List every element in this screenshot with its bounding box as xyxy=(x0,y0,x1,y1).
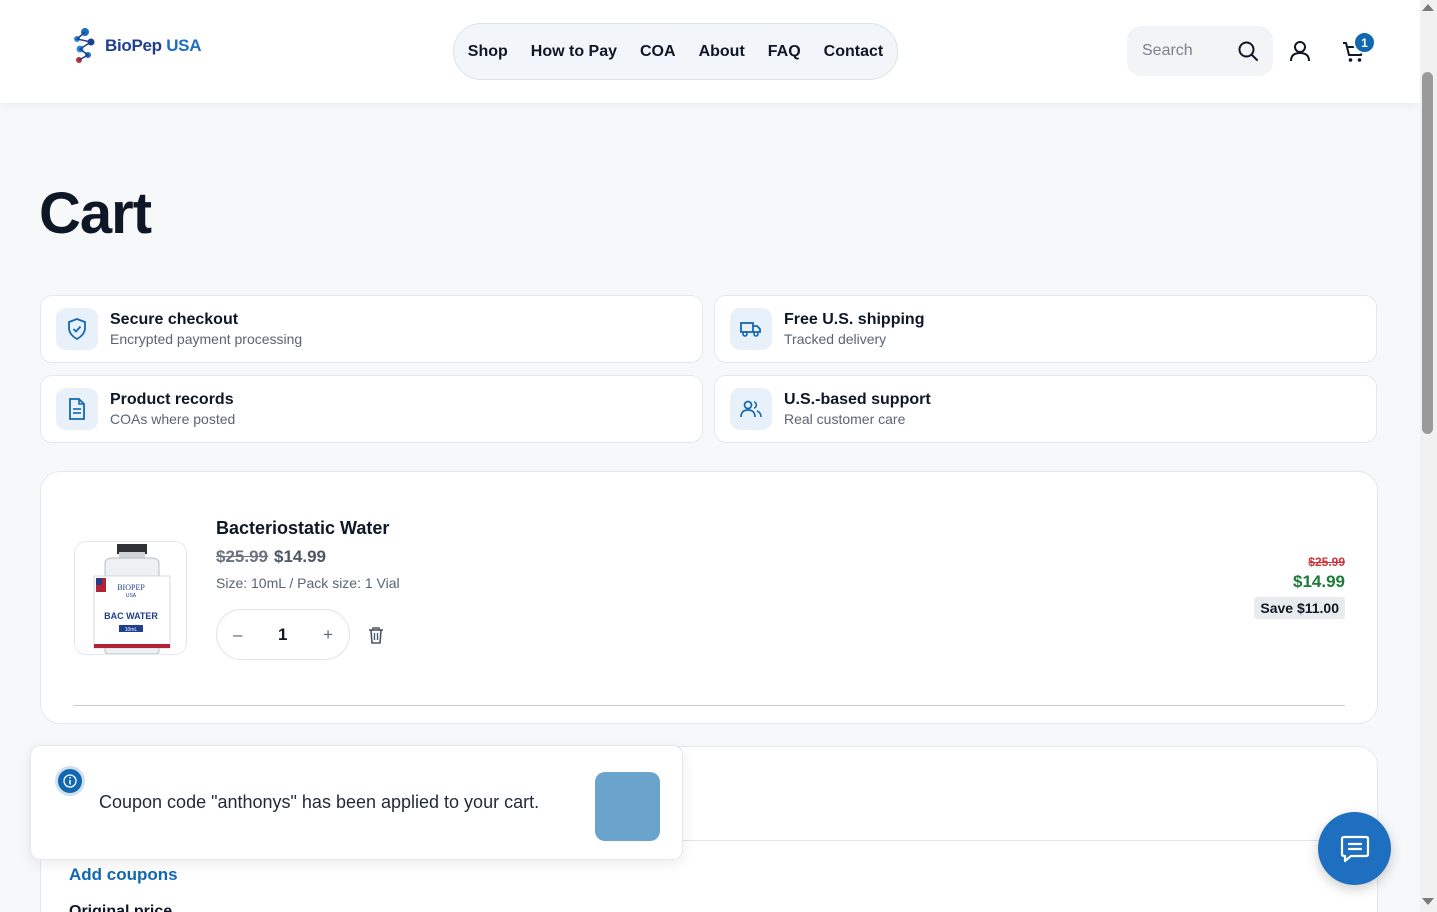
logo[interactable]: BioPep USA xyxy=(71,27,202,65)
feature-subtitle: COAs where posted xyxy=(110,411,236,427)
chat-button[interactable] xyxy=(1318,812,1391,885)
account-icon[interactable] xyxy=(1289,40,1311,62)
feature-title: Secure checkout xyxy=(110,311,239,328)
product-image-size: 10mL xyxy=(125,627,138,633)
page-title: Cart xyxy=(39,181,152,246)
product-prices: $25.99 $14.99 xyxy=(216,547,326,567)
product-image-brand: BIOPEP xyxy=(117,583,145,592)
site-header: BioPep USA Shop How to Pay COA About FAQ… xyxy=(0,0,1420,103)
nav-shop[interactable]: Shop xyxy=(468,43,508,61)
toast-message: Coupon code "anthonys" has been applied … xyxy=(99,792,540,812)
feature-product-records: Product records COAs where posted xyxy=(40,375,703,443)
product-image-name: BAC WATER xyxy=(104,611,158,621)
decrement-button[interactable]: – xyxy=(233,625,242,645)
main-nav: Shop How to Pay COA About FAQ Contact xyxy=(453,23,898,80)
nav-about[interactable]: About xyxy=(699,43,745,61)
search-box xyxy=(1127,26,1273,76)
feature-secure-checkout: Secure checkout Encrypted payment proces… xyxy=(40,295,703,363)
product-original-price: $25.99 xyxy=(216,547,268,566)
feature-title: Product records xyxy=(110,391,234,408)
product-sale-price: $14.99 xyxy=(274,547,326,566)
nav-faq[interactable]: FAQ xyxy=(768,43,801,61)
product-image[interactable]: BIOPEP USA BAC WATER 10mL xyxy=(74,541,187,655)
feature-title: U.S.-based support xyxy=(784,391,931,408)
line-original-price: $25.99 xyxy=(1308,555,1345,569)
cart-item-card: BIOPEP USA BAC WATER 10mL Bacteriostatic… xyxy=(40,471,1378,724)
toast-dismiss-button[interactable] xyxy=(595,772,660,841)
trash-icon[interactable] xyxy=(368,626,384,644)
divider xyxy=(73,705,1345,706)
feature-us-support: U.S.-based support Real customer care xyxy=(714,375,1377,443)
search-input[interactable] xyxy=(1142,42,1232,60)
feature-free-shipping: Free U.S. shipping Tracked delivery xyxy=(714,295,1377,363)
line-price: $25.99 $14.99 Save $11.00 xyxy=(1254,555,1345,619)
logo-text: BioPep USA xyxy=(105,36,202,56)
info-icon xyxy=(55,766,85,796)
search-icon[interactable] xyxy=(1237,40,1259,62)
feature-subtitle: Tracked delivery xyxy=(784,331,887,347)
truck-icon xyxy=(730,308,772,350)
increment-button[interactable]: + xyxy=(323,625,333,645)
chat-icon xyxy=(1340,835,1369,862)
quantity-stepper: – 1 + xyxy=(216,609,350,660)
quantity-value[interactable]: 1 xyxy=(278,625,287,645)
logo-brand: BioPep xyxy=(105,36,162,55)
scrollbar-thumb[interactable] xyxy=(1422,72,1433,434)
original-price-label: Original price xyxy=(69,903,173,912)
product-image-sub: USA xyxy=(126,593,137,599)
product-name[interactable]: Bacteriostatic Water xyxy=(216,518,389,539)
feature-title: Free U.S. shipping xyxy=(784,311,925,328)
document-icon xyxy=(56,388,98,430)
savings-badge: Save $11.00 xyxy=(1254,597,1345,619)
shield-check-icon xyxy=(56,308,98,350)
logo-mark-icon xyxy=(74,28,95,63)
users-icon xyxy=(730,388,772,430)
logo-suffix: USA xyxy=(166,36,202,55)
nav-coa[interactable]: COA xyxy=(640,43,676,61)
coupon-toast: Coupon code "anthonys" has been applied … xyxy=(30,745,683,860)
scroll-down-arrow-icon[interactable] xyxy=(1422,898,1434,905)
cart-count-badge: 1 xyxy=(1353,31,1376,54)
scroll-up-arrow-icon[interactable] xyxy=(1422,4,1434,11)
nav-contact[interactable]: Contact xyxy=(824,43,884,61)
add-coupons-button[interactable]: Add coupons xyxy=(69,865,178,885)
product-meta: Size: 10mL / Pack size: 1 Vial xyxy=(216,575,400,591)
feature-subtitle: Real customer care xyxy=(784,411,906,427)
line-total-price: $14.99 xyxy=(1293,572,1345,591)
nav-how-to-pay[interactable]: How to Pay xyxy=(531,43,617,61)
feature-subtitle: Encrypted payment processing xyxy=(110,331,303,347)
